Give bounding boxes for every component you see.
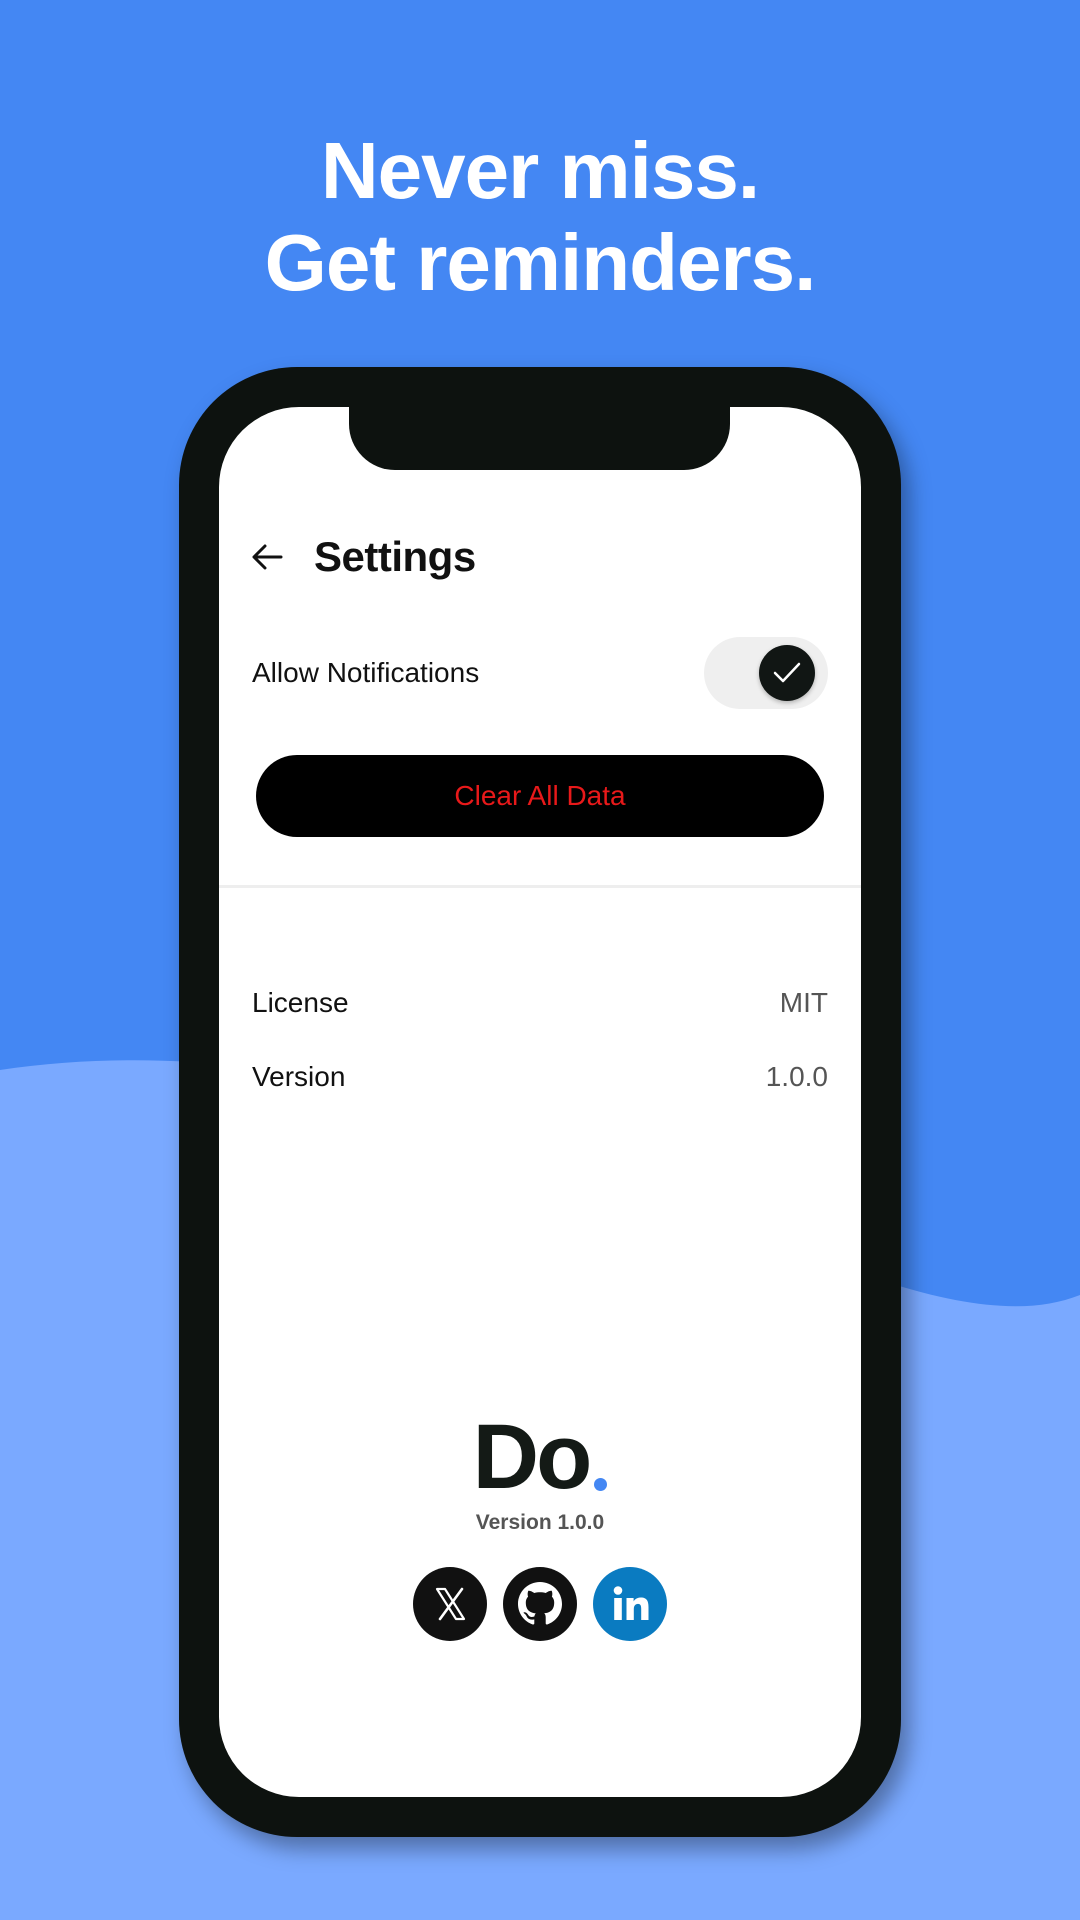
x-logo-icon <box>435 1587 466 1621</box>
version-row: Version 1.0.0 <box>219 1053 861 1103</box>
check-icon <box>773 662 801 683</box>
license-value: MIT <box>779 987 828 1018</box>
github-icon <box>518 1582 562 1625</box>
promo-headline: Never miss. Get reminders. <box>0 125 1080 309</box>
page-title: Settings <box>314 533 476 580</box>
logo-dot <box>594 1478 608 1491</box>
headline-line-1: Never miss. <box>320 126 760 215</box>
linkedin-icon <box>613 1586 649 1620</box>
phone-notch <box>349 407 730 470</box>
linkedin-link[interactable] <box>593 1567 667 1641</box>
notifications-row: Allow Notifications <box>219 633 861 713</box>
notifications-label: Allow Notifications <box>252 657 480 688</box>
license-label: License <box>252 987 349 1018</box>
section-divider <box>219 885 861 888</box>
toggle-knob <box>759 645 815 701</box>
clear-all-data-button[interactable]: Clear All Data <box>256 755 824 837</box>
notifications-toggle[interactable] <box>704 637 828 709</box>
license-row: License MIT <box>219 979 861 1029</box>
settings-header: Settings <box>219 527 861 587</box>
phone-screen: Settings Allow Notifications Clear All D… <box>219 407 861 1797</box>
arrow-left-icon <box>252 544 283 570</box>
social-links <box>219 1567 861 1641</box>
brand-block: Do Version 1.0.0 <box>219 1407 861 1535</box>
version-label: Version <box>252 1061 346 1092</box>
x-link[interactable] <box>413 1567 487 1641</box>
app-logo: Do <box>473 1407 608 1507</box>
github-link[interactable] <box>503 1567 577 1641</box>
brand-version: Version 1.0.0 <box>475 1511 605 1534</box>
version-value: 1.0.0 <box>765 1061 828 1092</box>
back-button[interactable] <box>249 539 285 575</box>
phone-frame: Settings Allow Notifications Clear All D… <box>179 367 901 1837</box>
logo-text: Do <box>472 1406 593 1508</box>
headline-line-2: Get reminders. <box>264 218 817 307</box>
